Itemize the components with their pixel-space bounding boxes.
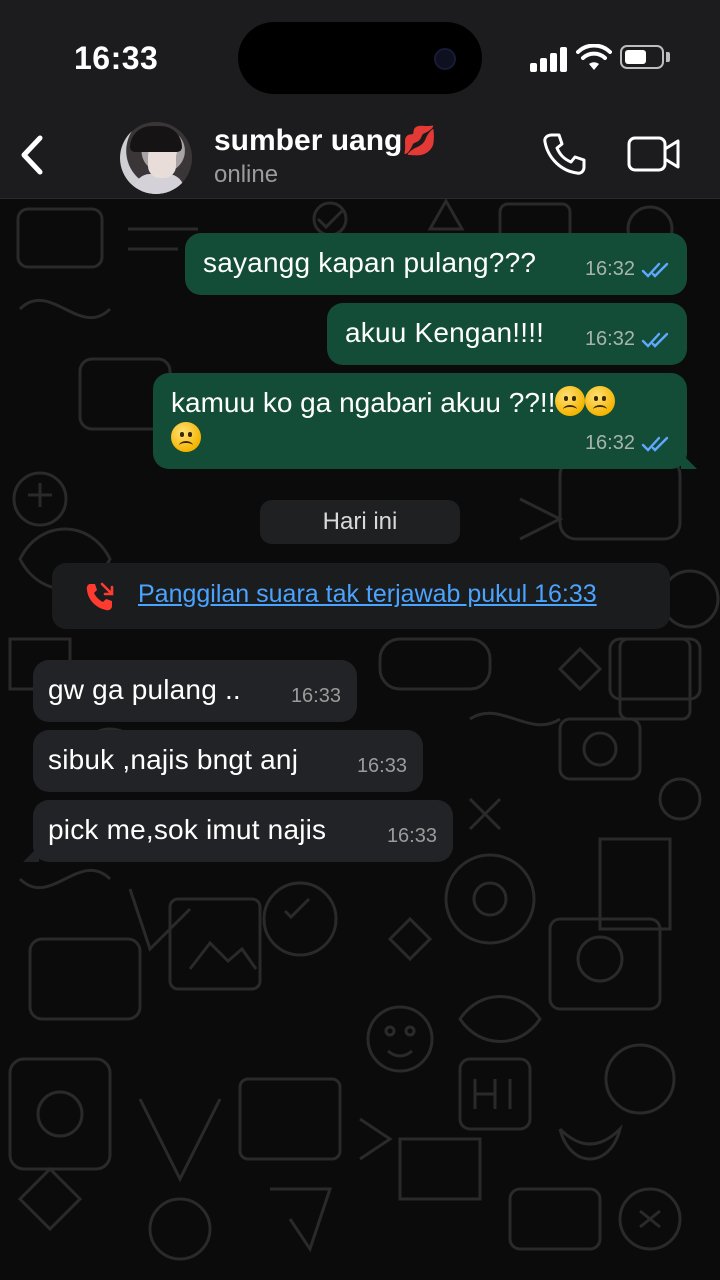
- cellular-signal-icon: [530, 46, 570, 72]
- missed-call-icon: [86, 582, 114, 611]
- chat-area[interactable]: sayangg kapan pulang??? 16:32 akuu Kenga…: [0, 199, 720, 1280]
- video-call-icon[interactable]: [626, 134, 682, 174]
- message-meta: 16:32: [585, 425, 671, 461]
- missed-call-notice[interactable]: Panggilan suara tak terjawab pukul 16:33: [52, 563, 670, 629]
- message-text: pick me,sok imut najis: [48, 814, 327, 845]
- battery-icon: [620, 45, 664, 69]
- message-text: akuu Kengan!!!!: [345, 317, 545, 348]
- read-double-tick-icon: [641, 332, 669, 348]
- message-bubble-outgoing[interactable]: sayangg kapan pulang??? 16:32: [185, 233, 687, 295]
- contact-name-text: sumber uang: [214, 124, 403, 157]
- message-time: 16:33: [356, 755, 407, 777]
- message-time: 16:32: [584, 432, 635, 454]
- frowning-emoji-icon: [555, 386, 586, 416]
- message-meta: 16:32: [585, 251, 671, 287]
- message-time: 16:33: [386, 825, 437, 847]
- frowning-emoji-icon: [585, 386, 616, 416]
- status-time: 16:33: [74, 40, 159, 76]
- message-meta: 16:32: [585, 321, 671, 357]
- read-double-tick-icon: [641, 436, 669, 452]
- message-bubble-incoming[interactable]: gw ga pulang .. 16:33: [33, 660, 357, 722]
- bubble-tail: [681, 453, 697, 469]
- voice-call-icon[interactable]: [540, 130, 588, 178]
- message-text: kamuu ko ga ngabari akuu ??!!: [171, 387, 556, 418]
- wifi-icon: [576, 44, 612, 70]
- message-bubble-outgoing[interactable]: kamuu ko ga ngabari akuu ??!! 16:32: [153, 373, 697, 469]
- lips-emoji-icon: 💋: [402, 125, 438, 156]
- message-bubble-outgoing[interactable]: akuu Kengan!!!! 16:32: [327, 303, 687, 365]
- camera-icon: [434, 48, 456, 70]
- message-bubble-incoming[interactable]: sibuk ,najis bngt anj 16:33: [33, 730, 423, 792]
- avatar-hair: [130, 126, 182, 152]
- message-text: sibuk ,najis bngt anj: [48, 744, 299, 775]
- dynamic-island: [238, 22, 482, 94]
- back-chevron-icon[interactable]: [14, 132, 54, 178]
- message-bubble-incoming[interactable]: pick me,sok imut najis 16:33: [23, 800, 453, 862]
- message-time: 16:32: [584, 328, 635, 350]
- day-separator: Hari ini: [260, 500, 460, 544]
- message-time: 16:33: [290, 685, 341, 707]
- message-text: gw ga pulang ..: [48, 674, 241, 705]
- message-time: 16:32: [584, 258, 635, 280]
- message-text: sayangg kapan pulang???: [203, 247, 537, 278]
- battery-tip: [666, 52, 670, 62]
- bubble-tail: [23, 846, 39, 862]
- frowning-emoji-icon: [171, 422, 201, 452]
- battery-level: [625, 50, 646, 64]
- contact-avatar[interactable]: [120, 122, 192, 194]
- contact-name[interactable]: sumber uang💋: [214, 124, 437, 158]
- missed-call-link[interactable]: Panggilan suara tak terjawab pukul 16:33: [138, 580, 597, 609]
- status-bar: 16:33: [0, 0, 720, 110]
- chat-header: sumber uang💋 online: [0, 110, 720, 199]
- read-double-tick-icon: [641, 262, 669, 278]
- contact-status: online: [214, 161, 279, 188]
